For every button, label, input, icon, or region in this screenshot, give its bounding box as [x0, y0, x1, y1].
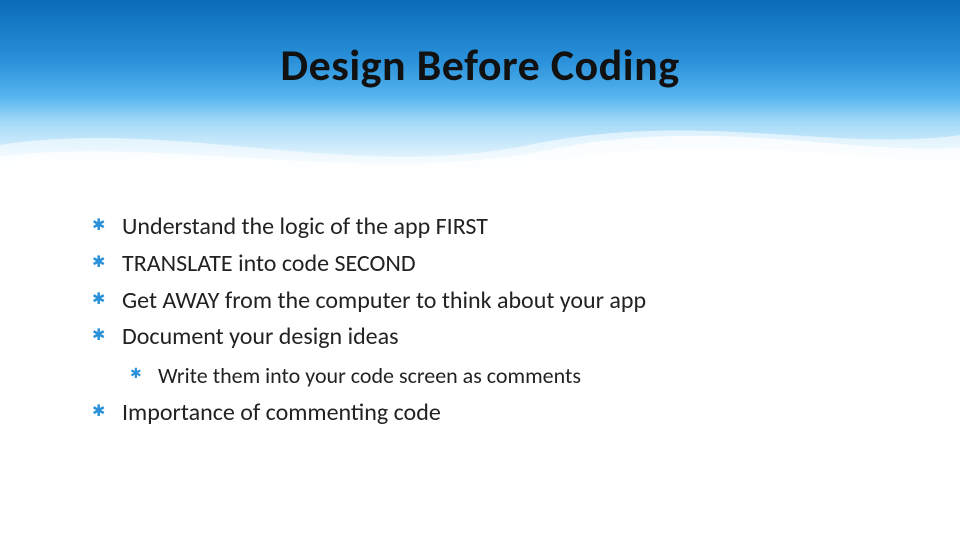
- slide-content: Understand the logic of the app FIRST TR…: [92, 210, 900, 433]
- bullet-item: Importance of commenting code: [92, 396, 900, 431]
- bullet-item: Get AWAY from the computer to think abou…: [92, 284, 900, 319]
- bullet-text: Document your design ideas: [122, 322, 399, 351]
- wave-decoration: [0, 95, 960, 175]
- bullet-text: Get AWAY from the computer to think abou…: [122, 286, 646, 315]
- sub-bullet-list: Write them into your code screen as comm…: [122, 359, 900, 392]
- bullet-list: Understand the logic of the app FIRST TR…: [92, 210, 900, 431]
- bullet-item: TRANSLATE into code SECOND: [92, 247, 900, 282]
- slide-title: Design Before Coding: [0, 38, 960, 92]
- sub-bullet-item: Write them into your code screen as comm…: [130, 359, 900, 392]
- bullet-text: Importance of commenting code: [122, 398, 441, 427]
- bullet-item: Understand the logic of the app FIRST: [92, 210, 900, 245]
- bullet-item: Document your design ideas Write them in…: [92, 320, 900, 392]
- bullet-text: Write them into your code screen as comm…: [158, 362, 581, 389]
- bullet-text: Understand the logic of the app FIRST: [122, 212, 488, 241]
- slide: Design Before Coding Understand the logi…: [0, 0, 960, 540]
- bullet-text: TRANSLATE into code SECOND: [122, 249, 416, 278]
